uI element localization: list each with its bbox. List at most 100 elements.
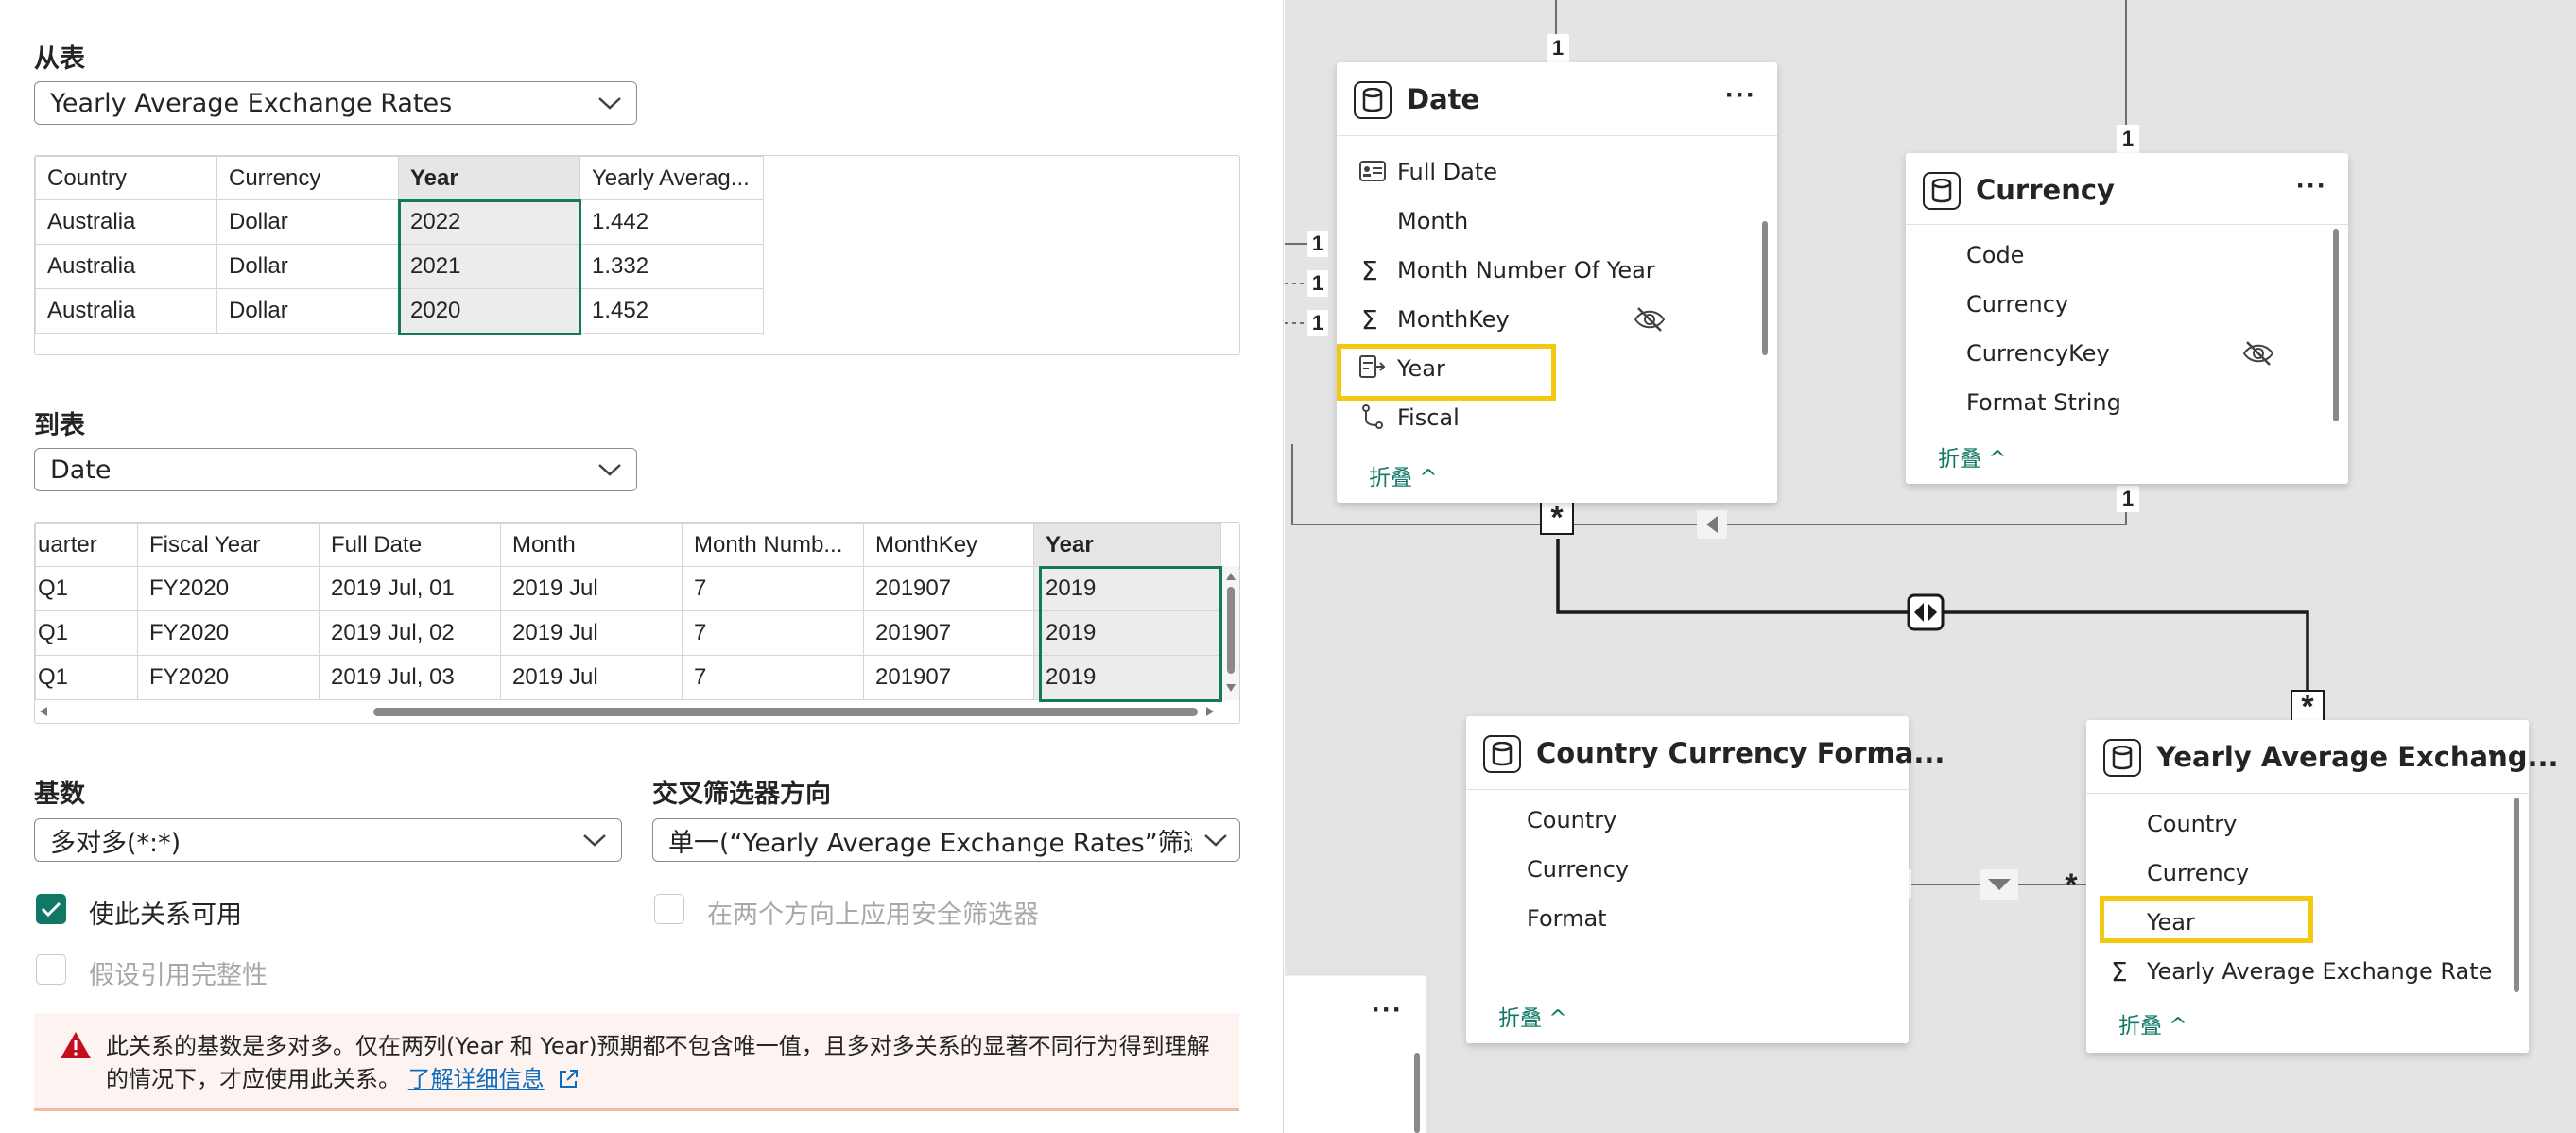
cell: 2019	[1033, 610, 1221, 656]
scrollbar-thumb[interactable]	[373, 708, 1198, 716]
model-canvas[interactable]: ··· 1 1 1 1 1 1 1 * * * Date ··· Full Da…	[1285, 0, 2576, 1133]
collapse-button[interactable]: 折叠 ^	[1938, 440, 2007, 472]
column-header[interactable]: Yearly Averag...	[579, 156, 764, 200]
table-row: Australia Dollar 2022 1.442	[35, 199, 764, 245]
field-country[interactable]: Country	[1527, 807, 1616, 833]
cell: 2019 Jul, 01	[319, 566, 501, 611]
from-table-dropdown[interactable]: Yearly Average Exchange Rates	[34, 81, 637, 125]
vertical-scrollbar[interactable]	[1222, 566, 1239, 700]
field-month[interactable]: Month	[1397, 208, 1468, 234]
to-table-selected: Date	[50, 455, 112, 485]
column-header[interactable]: uarter	[35, 523, 138, 567]
field-currency[interactable]: Currency	[1527, 856, 1629, 883]
column-header-selected[interactable]: Year	[1033, 523, 1221, 567]
to-preview-grid: uarter Fiscal Year Full Date Month Month…	[35, 523, 1221, 700]
cardinality-dropdown[interactable]: 多对多(*:*)	[34, 818, 622, 862]
column-header[interactable]: Month Numb...	[682, 523, 864, 567]
cell: FY2020	[137, 566, 320, 611]
cell: Dollar	[216, 199, 399, 245]
date-table-card[interactable]: Date ··· Full Date Month Σ Month Number …	[1337, 62, 1777, 503]
learn-more-link[interactable]: 了解详细信息	[408, 1066, 545, 1092]
field-code[interactable]: Code	[1966, 242, 2024, 268]
field-monthkey[interactable]: MonthKey	[1397, 306, 1510, 333]
horizontal-scrollbar[interactable]	[35, 702, 1222, 721]
external-link-icon[interactable]	[557, 1068, 579, 1090]
table-row: Q1 FY2020 2019 Jul, 01 2019 Jul 7 201907…	[35, 566, 1221, 611]
sigma-icon: Σ	[1361, 304, 1378, 335]
collapse-label: 折叠	[1938, 447, 1981, 472]
database-icon	[2103, 739, 2141, 777]
cell: 7	[682, 566, 864, 611]
single-filter-down-icon[interactable]	[1980, 869, 2018, 900]
cell: 2019 Jul, 03	[319, 655, 501, 700]
security-filter-label: 在两个方向上应用安全筛选器	[707, 901, 1039, 930]
chevron-down-icon	[583, 82, 636, 124]
field-fiscal[interactable]: Fiscal	[1397, 404, 1460, 431]
to-table-label: 到表	[34, 411, 85, 440]
active-relationship-label: 使此关系可用	[89, 901, 242, 930]
cell: 201907	[863, 610, 1034, 656]
cardinality-many-badge: *	[1540, 500, 1574, 536]
collapse-label: 折叠	[1498, 1006, 1542, 1031]
cardinality-one-badge: 1	[1307, 231, 1328, 257]
single-filter-left-icon[interactable]	[1697, 510, 1727, 539]
more-options-icon[interactable]: ···	[1372, 994, 1403, 1026]
from-table-label: 从表	[34, 44, 85, 74]
cell: 201907	[863, 566, 1034, 611]
column-header[interactable]: Currency	[216, 156, 399, 200]
cell: Australia	[35, 288, 217, 334]
currency-table-card[interactable]: Currency ··· Code Currency CurrencyKey F…	[1906, 153, 2348, 484]
field-currencykey[interactable]: CurrencyKey	[1966, 340, 2110, 367]
more-options-icon[interactable]: ···	[2477, 737, 2508, 769]
collapse-button[interactable]: 折叠 ^	[2118, 1007, 2187, 1039]
column-header[interactable]: Country	[35, 156, 217, 200]
card-title: Date	[1407, 83, 1480, 115]
cell: 1.332	[579, 244, 764, 289]
bidirectional-filter-icon[interactable]	[1907, 593, 1945, 631]
yearly-average-exchange-rates-card[interactable]: Yearly Average Exchang... ··· Country Cu…	[2086, 720, 2559, 1053]
card-scrollbar[interactable]	[2333, 229, 2339, 421]
cross-filter-label: 交叉筛选器方向	[652, 780, 831, 809]
cell: 2019 Jul	[500, 566, 683, 611]
column-header[interactable]: Fiscal Year	[137, 523, 320, 567]
cross-filter-dropdown[interactable]: 单一(“Yearly Average Exchange Rates”筛选“D	[652, 818, 1240, 862]
country-currency-format-card[interactable]: Country Currency Forma... ··· Country Cu…	[1466, 716, 1945, 1043]
field-country[interactable]: Country	[2147, 811, 2237, 837]
column-header[interactable]: Full Date	[319, 523, 501, 567]
column-header[interactable]: MonthKey	[863, 523, 1034, 567]
cell: 1.442	[579, 199, 764, 245]
column-header-selected[interactable]: Year	[398, 156, 580, 200]
more-options-icon[interactable]: ···	[1857, 733, 1888, 765]
cell: 1.452	[579, 288, 764, 334]
field-format-string[interactable]: Format String	[1966, 389, 2121, 416]
sigma-icon: Σ	[1361, 255, 1378, 286]
more-options-icon[interactable]: ···	[2296, 170, 2327, 202]
from-table-selected: Yearly Average Exchange Rates	[50, 88, 453, 118]
field-yearly-average-exchange-rate[interactable]: Yearly Average Exchange Rate	[2147, 958, 2492, 985]
collapse-button[interactable]: 折叠 ^	[1369, 459, 1438, 491]
more-options-icon[interactable]: ···	[1725, 79, 1756, 112]
hidden-eye-icon[interactable]	[2242, 340, 2274, 367]
to-table-dropdown[interactable]: Date	[34, 448, 637, 491]
field-full-date[interactable]: Full Date	[1397, 159, 1497, 185]
referential-integrity-label: 假设引用完整性	[89, 961, 268, 990]
collapse-button[interactable]: 折叠 ^	[1498, 1000, 1567, 1032]
field-currency[interactable]: Currency	[1966, 291, 2068, 318]
cell: 2019 Jul	[500, 610, 683, 656]
field-currency[interactable]: Currency	[2147, 860, 2249, 886]
cell: 2021	[398, 244, 580, 289]
card-scrollbar[interactable]	[1762, 221, 1768, 355]
cell: FY2020	[137, 655, 320, 700]
field-month-number-of-year[interactable]: Month Number Of Year	[1397, 257, 1655, 283]
field-format[interactable]: Format	[1527, 905, 1607, 932]
column-header[interactable]: Month	[500, 523, 683, 567]
cell: Dollar	[216, 244, 399, 289]
active-relationship-checkbox[interactable]	[36, 894, 66, 924]
hidden-eye-icon[interactable]	[1634, 306, 1666, 333]
card-scrollbar[interactable]	[2514, 798, 2519, 992]
table-row: Q1 FY2020 2019 Jul, 03 2019 Jul 7 201907…	[35, 655, 1221, 700]
cell: Q1	[35, 655, 138, 700]
scrollbar-thumb[interactable]	[1227, 587, 1235, 674]
cell: Australia	[35, 199, 217, 245]
cell: 201907	[863, 655, 1034, 700]
